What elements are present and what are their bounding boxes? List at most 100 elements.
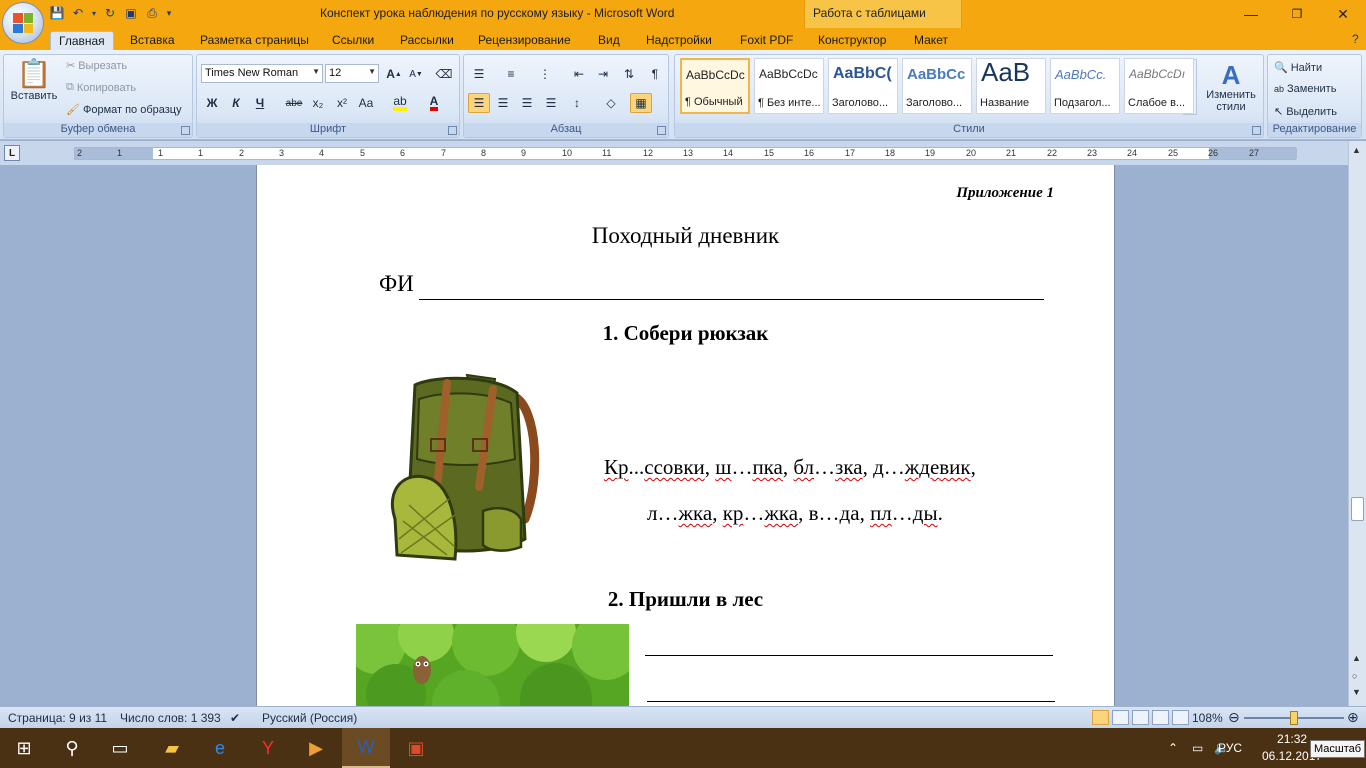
language-indicator[interactable]: Русский (Россия)	[262, 711, 357, 725]
justify-icon[interactable]: ☰	[540, 93, 562, 113]
font-family-select[interactable]: Times New Roman ▼	[201, 64, 323, 83]
zoom-level[interactable]: 108%	[1192, 711, 1223, 725]
select-button[interactable]: ↖ Выделить	[1274, 105, 1337, 119]
office-button[interactable]	[2, 2, 44, 44]
minimize-button[interactable]: —	[1228, 0, 1274, 28]
zoom-in-icon[interactable]: ⊕	[1347, 709, 1359, 726]
tab-review[interactable]: Рецензирование	[470, 31, 579, 50]
tab-selector-icon[interactable]: L	[4, 145, 20, 161]
tab-home[interactable]: Главная	[50, 31, 114, 50]
horizontal-ruler[interactable]: 2 1 1 1 2 3 4 5 6 7 8 9 10 11 12 13 14 15 16 17 18 19 20 21 22 23…	[74, 147, 1297, 160]
paste-button[interactable]: 📋 Вставить	[8, 59, 60, 103]
paragraph-launcher-icon[interactable]	[657, 126, 666, 135]
numbering-icon[interactable]: ≡	[500, 64, 522, 84]
media-player-icon[interactable]: ▶	[292, 728, 340, 768]
tab-addins[interactable]: Надстройки	[638, 31, 720, 50]
multilevel-list-icon[interactable]: ⋮	[534, 64, 556, 84]
insert-picture-icon[interactable]: ▣	[122, 4, 140, 22]
font-color-icon[interactable]: A	[423, 93, 445, 113]
zoom-slider-thumb[interactable]	[1290, 711, 1298, 725]
web-layout-view-icon[interactable]	[1132, 710, 1149, 725]
style-no-spacing[interactable]: AaBbCcDc ¶ Без инте...	[754, 58, 824, 114]
decrease-indent-icon[interactable]: ⇤	[568, 64, 590, 84]
next-page-icon[interactable]: ▼	[1352, 687, 1361, 697]
styles-launcher-icon[interactable]	[1252, 126, 1261, 135]
keyboard-language[interactable]: РУС	[1218, 728, 1242, 768]
subscript-button[interactable]: x₂	[307, 93, 329, 113]
shrink-font-icon[interactable]: A ▼	[405, 64, 427, 84]
help-icon[interactable]: ?	[1352, 32, 1359, 46]
scroll-up-icon[interactable]: ▲	[1352, 145, 1361, 155]
align-center-icon[interactable]: ☰	[492, 93, 514, 113]
tab-references[interactable]: Ссылки	[324, 31, 382, 50]
replace-button[interactable]: ab Заменить	[1274, 83, 1336, 95]
document-area[interactable]: Приложение 1 Походный дневник ФИ 1. Собе…	[0, 165, 1348, 706]
borders-icon[interactable]: ▦	[630, 93, 652, 113]
document-page[interactable]: Приложение 1 Походный дневник ФИ 1. Собе…	[256, 165, 1115, 706]
align-right-icon[interactable]: ☰	[516, 93, 538, 113]
underline-button[interactable]: Ч	[249, 93, 271, 113]
full-screen-reading-view-icon[interactable]	[1112, 710, 1129, 725]
increase-indent-icon[interactable]: ⇥	[592, 64, 614, 84]
font-launcher-icon[interactable]	[448, 126, 457, 135]
find-button[interactable]: 🔍 Найти	[1274, 61, 1322, 75]
strikethrough-button[interactable]: abe	[283, 93, 305, 113]
tab-insert[interactable]: Вставка	[122, 31, 183, 50]
undo-icon[interactable]: ↶	[69, 4, 87, 22]
save-icon[interactable]: 💾	[48, 4, 66, 22]
outline-view-icon[interactable]	[1152, 710, 1169, 725]
task-view-icon[interactable]: ▭	[96, 728, 144, 768]
redo-icon[interactable]: ↻	[101, 4, 119, 22]
style-heading-1[interactable]: AaBbC(Заголово...	[828, 58, 898, 114]
style-heading-2[interactable]: AaBbCc Заголово...	[902, 58, 972, 114]
format-painter-button[interactable]: 🖌 Формат по образцу	[66, 103, 182, 117]
draft-view-icon[interactable]	[1172, 710, 1189, 725]
align-left-icon[interactable]: ☰	[468, 93, 490, 113]
yandex-browser-icon[interactable]: Y	[244, 728, 292, 768]
scrollbar-thumb[interactable]	[1351, 497, 1364, 521]
word-count[interactable]: Число слов: 1 393	[120, 711, 221, 725]
bullets-icon[interactable]: ☰	[468, 64, 490, 84]
tab-foxit-pdf[interactable]: Foxit PDF	[732, 31, 801, 50]
shading-icon[interactable]: ◇	[600, 93, 622, 113]
style-subtle-emphasis[interactable]: AaBbCcDı Слабое в...	[1124, 58, 1194, 114]
tab-layout[interactable]: Макет	[906, 31, 956, 50]
change-styles-button[interactable]: A Изменить стили	[1203, 61, 1259, 113]
highlight-icon[interactable]: ab	[389, 93, 411, 113]
restore-button[interactable]: ❐	[1274, 0, 1320, 28]
presentation-app-icon[interactable]: ▣	[392, 728, 440, 768]
tab-page-layout[interactable]: Разметка страницы	[192, 31, 317, 50]
spellcheck-icon[interactable]: ✔	[230, 711, 240, 725]
style-title[interactable]: AaB Название	[976, 58, 1046, 114]
zoom-out-icon[interactable]: ⊖	[1228, 709, 1240, 726]
network-icon[interactable]: ▭	[1192, 728, 1203, 768]
print-layout-view-icon[interactable]	[1092, 710, 1109, 725]
chevron-down-icon[interactable]: ▾	[90, 4, 98, 22]
italic-button[interactable]: К	[225, 93, 247, 113]
style-normal[interactable]: AaBbCcDc ¶ Обычный	[680, 58, 750, 114]
show-formatting-marks-icon[interactable]: ¶	[644, 64, 666, 84]
print-preview-icon[interactable]: ⎙	[143, 4, 161, 22]
sort-icon[interactable]: ⇅	[618, 64, 640, 84]
superscript-button[interactable]: x²	[331, 93, 353, 113]
start-icon[interactable]: ⊞	[0, 728, 48, 768]
tab-view[interactable]: Вид	[590, 31, 628, 50]
edge-icon[interactable]: e	[196, 728, 244, 768]
tray-chevron-icon[interactable]: ⌃	[1168, 728, 1178, 768]
page-count[interactable]: Страница: 9 из 11	[8, 711, 107, 725]
font-size-select[interactable]: 12 ▼	[325, 64, 379, 83]
grow-font-icon[interactable]: A ▲	[383, 64, 405, 84]
line-spacing-icon[interactable]: ↕	[566, 93, 588, 113]
cut-button[interactable]: ✂ Вырезать	[66, 59, 127, 73]
clear-formatting-icon[interactable]: ⌫	[433, 64, 455, 84]
copy-button[interactable]: ⧉ Копировать	[66, 81, 136, 94]
tab-mailings[interactable]: Рассылки	[392, 31, 462, 50]
close-button[interactable]: ✕	[1320, 0, 1366, 28]
style-subtitle[interactable]: AaBbCc. Подзагол...	[1050, 58, 1120, 114]
file-explorer-icon[interactable]: ▰	[148, 728, 196, 768]
tab-design[interactable]: Конструктор	[810, 31, 894, 50]
change-case-button[interactable]: Aa	[355, 93, 377, 113]
customize-toolbar-icon[interactable]: ▾	[164, 4, 174, 22]
previous-page-icon[interactable]: ▲	[1352, 653, 1361, 663]
search-icon[interactable]: ⚲	[48, 728, 96, 768]
